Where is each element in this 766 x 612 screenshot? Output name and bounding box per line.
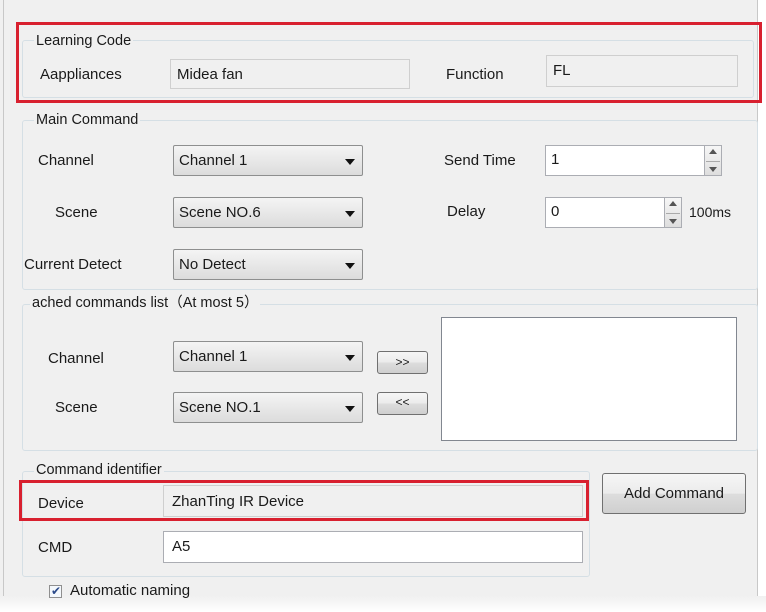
spin-up-icon [669,201,677,206]
send-time-spinner[interactable] [704,145,722,176]
main-scene-select[interactable]: Scene NO.6 [173,197,363,228]
delay-label: Delay [447,203,486,220]
send-time-input[interactable]: 1 [545,145,705,176]
chevron-down-icon [345,355,355,361]
remove-from-list-button[interactable]: << [377,392,428,415]
main-command-legend: Main Command [34,111,141,129]
delay-spinner[interactable] [664,197,682,228]
automatic-naming-checkbox[interactable]: ✔ [49,584,62,598]
main-scene-value: Scene NO.6 [179,204,261,221]
main-channel-select[interactable]: Channel 1 [173,145,363,176]
current-detect-select[interactable]: No Detect [173,249,363,280]
attached-scene-select[interactable]: Scene NO.1 [173,392,363,423]
chevron-down-icon [345,263,355,269]
command-identifier-legend: Command identifier [34,461,164,479]
spin-down-icon [669,219,677,224]
chevron-down-icon [345,159,355,165]
spin-up-icon [709,149,717,154]
chevron-down-icon [345,211,355,217]
attached-commands-legend: ached commands list（At most 5） [30,294,261,312]
main-channel-value: Channel 1 [179,152,248,169]
delay-value: 0 [551,203,560,220]
spin-down-icon [709,167,717,172]
checkmark-icon: ✔ [51,584,62,598]
device-highlight [19,480,589,521]
attached-channel-select[interactable]: Channel 1 [173,341,363,372]
attached-scene-label: Scene [55,399,98,416]
learning-code-highlight [16,22,762,103]
scene-label: Scene [55,204,98,221]
cmd-value: A5 [172,538,191,555]
add-to-list-button[interactable]: >> [377,351,428,374]
current-detect-value: No Detect [179,256,246,273]
attached-commands-list[interactable] [441,317,737,441]
attached-scene-value: Scene NO.1 [179,399,261,416]
current-detect-label: Current Detect [24,256,122,273]
add-command-button[interactable]: Add Command [602,473,746,514]
cmd-label: CMD [38,539,73,556]
cmd-input[interactable]: A5 [163,531,583,563]
attached-channel-label: Channel [48,350,104,367]
delay-input[interactable]: 0 [545,197,665,228]
panel-left-border [3,0,4,612]
channel-label: Channel [38,152,94,169]
delay-unit: 100ms [689,204,732,220]
send-time-value: 1 [551,151,560,168]
send-time-label: Send Time [444,152,516,169]
automatic-naming-label: Automatic naming [70,582,191,599]
attached-channel-value: Channel 1 [179,348,248,365]
chevron-down-icon [345,406,355,412]
